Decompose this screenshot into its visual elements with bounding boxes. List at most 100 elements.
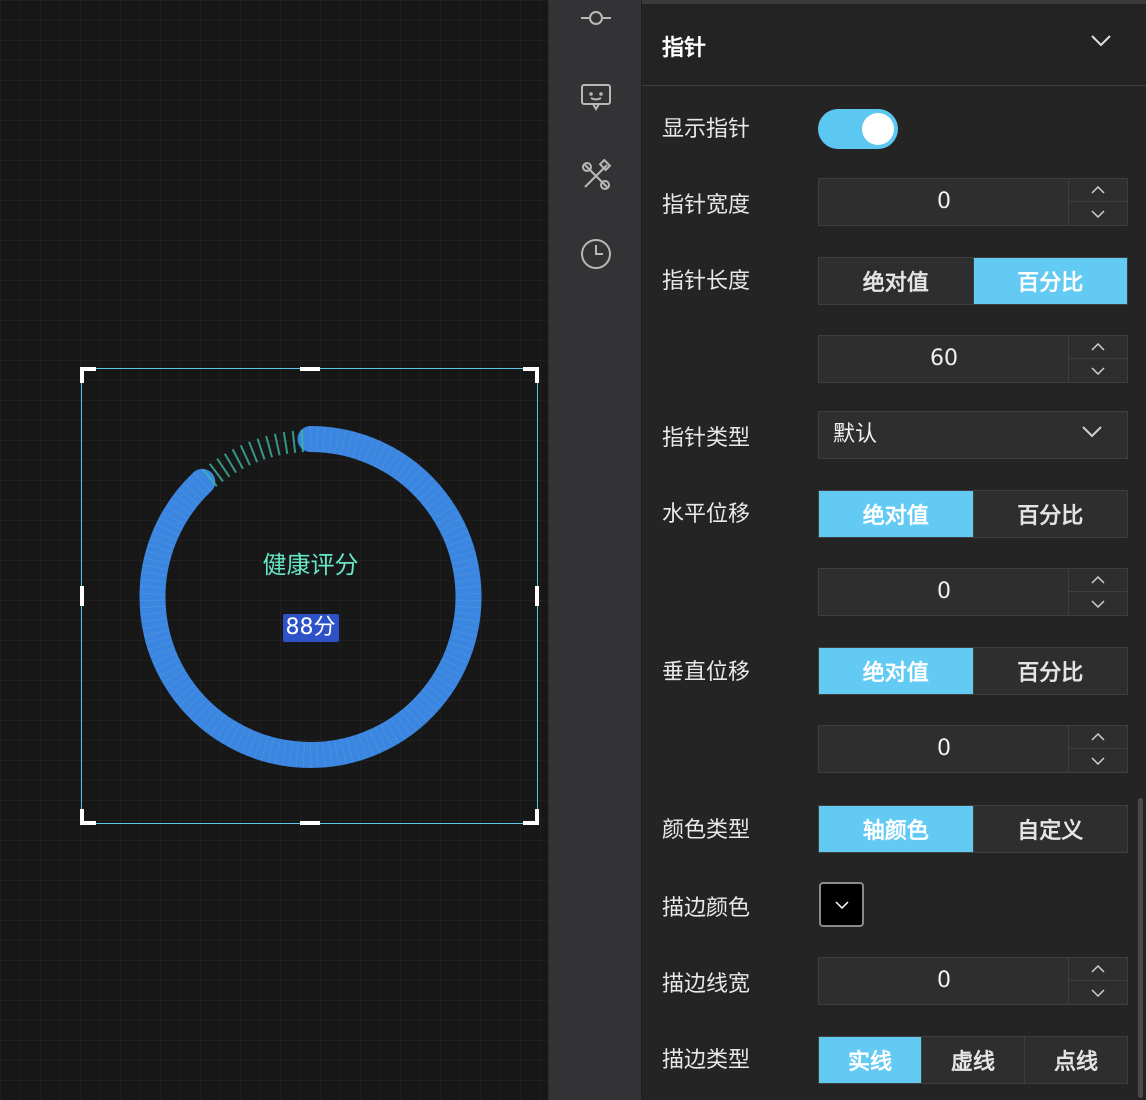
horizontal-offset-percent[interactable]: 百分比: [972, 491, 1128, 537]
stroke-color-picker[interactable]: [819, 882, 864, 927]
gauge-remaining-tick: [248, 441, 259, 463]
interaction-icon[interactable]: [578, 0, 614, 36]
chevron-down-icon: [1091, 599, 1105, 608]
panel-scrollbar[interactable]: [1138, 798, 1143, 1098]
stroke-type-label: 描边类型: [662, 1048, 751, 1073]
horizontal-offset-stepper[interactable]: [1068, 569, 1127, 615]
gauge-value-label: 88分: [282, 614, 339, 642]
chevron-up-icon: [1091, 733, 1105, 741]
increment-button[interactable]: [1069, 336, 1127, 359]
decrement-button[interactable]: [1069, 202, 1127, 225]
gauge-remaining-tick: [273, 433, 281, 456]
chevron-down-icon[interactable]: [1090, 34, 1112, 48]
gauge-remaining-tick: [231, 448, 244, 470]
pointer-section-header[interactable]: 指针: [642, 0, 1146, 86]
pointer-length-absolute[interactable]: 绝对值: [819, 258, 973, 304]
resize-handle-bottom[interactable]: [299, 821, 320, 825]
decrement-button[interactable]: [1069, 981, 1127, 1004]
gauge-texture-line: [139, 592, 166, 595]
section-title: 指针: [662, 36, 707, 61]
vertical-offset-percent[interactable]: 百分比: [972, 648, 1128, 694]
chevron-down-icon: [1091, 988, 1105, 997]
gauge-remaining-tick: [216, 457, 231, 478]
decrement-button[interactable]: [1069, 749, 1127, 772]
vertical-offset-label: 垂直位移: [662, 660, 751, 685]
tools-icon[interactable]: [578, 158, 614, 194]
pointer-length-input[interactable]: 60: [818, 335, 1128, 383]
stroke-type-dashed[interactable]: 虚线: [921, 1037, 1024, 1083]
chevron-down-icon: [834, 900, 849, 909]
horizontal-offset-mode: 绝对值 百分比: [818, 490, 1128, 538]
resize-handle-right[interactable]: [535, 586, 539, 606]
gauge-title: 健康评分: [262, 551, 359, 579]
gauge-texture-line: [455, 592, 482, 595]
settings-panel: 指针 显示指针 指针宽度 0 指针长度 绝对值 百分比 60 指针类型 默认 水…: [642, 0, 1146, 1100]
chevron-down-icon: [1091, 366, 1105, 375]
gauge-remaining-tick: [282, 431, 289, 455]
gauge-texture-line: [455, 599, 482, 602]
gauge-remaining-tick: [291, 430, 297, 453]
vertical-offset-value[interactable]: 0: [819, 726, 1069, 772]
stroke-color-label: 描边颜色: [662, 896, 751, 921]
history-icon[interactable]: [578, 236, 614, 272]
pointer-length-mode: 绝对值 百分比: [818, 257, 1128, 305]
resize-handle-top[interactable]: [299, 367, 320, 371]
pointer-width-stepper[interactable]: [1068, 179, 1127, 225]
decrement-button[interactable]: [1069, 592, 1127, 615]
vertical-offset-mode: 绝对值 百分比: [818, 647, 1128, 695]
gauge-texture-line: [139, 599, 166, 602]
resize-handle-bottom-right[interactable]: [523, 809, 539, 825]
pointer-type-value: 默认: [833, 422, 878, 447]
chevron-up-icon: [1091, 965, 1105, 973]
chevron-up-icon: [1091, 343, 1105, 351]
increment-button[interactable]: [1069, 958, 1127, 981]
resize-handle-bottom-left[interactable]: [80, 809, 96, 825]
gauge-remaining-tick: [256, 438, 266, 460]
decrement-button[interactable]: [1069, 359, 1127, 382]
color-type-mode: 轴颜色 自定义: [818, 805, 1128, 853]
gauge-chart: [139, 426, 482, 768]
show-pointer-toggle[interactable]: [818, 109, 898, 149]
show-pointer-label: 显示指针: [662, 117, 751, 142]
increment-button[interactable]: [1069, 179, 1127, 202]
vertical-offset-input[interactable]: 0: [818, 725, 1128, 773]
increment-button[interactable]: [1069, 569, 1127, 592]
pointer-length-stepper[interactable]: [1068, 336, 1127, 382]
pointer-length-label: 指针长度: [662, 269, 751, 294]
gauge-remaining-tick: [265, 435, 273, 458]
horizontal-offset-input[interactable]: 0: [818, 568, 1128, 616]
stroke-width-value[interactable]: 0: [819, 958, 1069, 1004]
stroke-width-stepper[interactable]: [1068, 958, 1127, 1004]
gauge-remaining-tick: [223, 453, 237, 474]
pointer-length-percent[interactable]: 百分比: [972, 258, 1127, 304]
pointer-type-label: 指针类型: [662, 426, 751, 451]
vertical-offset-absolute[interactable]: 绝对值: [819, 648, 973, 694]
color-type-custom[interactable]: 自定义: [972, 806, 1128, 852]
chevron-down-icon: [1091, 756, 1105, 765]
pointer-width-input[interactable]: 0: [818, 178, 1128, 226]
gauge-widget-selection[interactable]: 健康评分 88分: [80, 367, 539, 825]
horizontal-offset-label: 水平位移: [662, 502, 751, 527]
gauge-remaining-tick: [239, 444, 251, 466]
stroke-type-solid[interactable]: 实线: [819, 1037, 921, 1083]
side-toolbar: [548, 0, 642, 1100]
resize-handle-left[interactable]: [80, 586, 84, 606]
chat-icon[interactable]: [578, 78, 614, 114]
stroke-width-input[interactable]: 0: [818, 957, 1128, 1005]
color-type-axis[interactable]: 轴颜色: [819, 806, 973, 852]
resize-handle-top-right[interactable]: [523, 367, 539, 383]
horizontal-offset-value[interactable]: 0: [819, 569, 1069, 615]
toggle-knob: [862, 113, 894, 145]
horizontal-offset-absolute[interactable]: 绝对值: [819, 491, 973, 537]
resize-handle-top-left[interactable]: [80, 367, 96, 383]
stroke-type-dotted[interactable]: 点线: [1024, 1037, 1127, 1083]
pointer-length-value[interactable]: 60: [819, 336, 1069, 382]
editor-canvas[interactable]: 健康评分 88分: [0, 0, 548, 1100]
chevron-up-icon: [1091, 576, 1105, 584]
pointer-type-select[interactable]: 默认: [818, 411, 1128, 459]
increment-button[interactable]: [1069, 726, 1127, 749]
color-type-label: 颜色类型: [662, 818, 751, 843]
chevron-down-icon: [1082, 426, 1102, 438]
vertical-offset-stepper[interactable]: [1068, 726, 1127, 772]
pointer-width-value[interactable]: 0: [819, 179, 1069, 225]
